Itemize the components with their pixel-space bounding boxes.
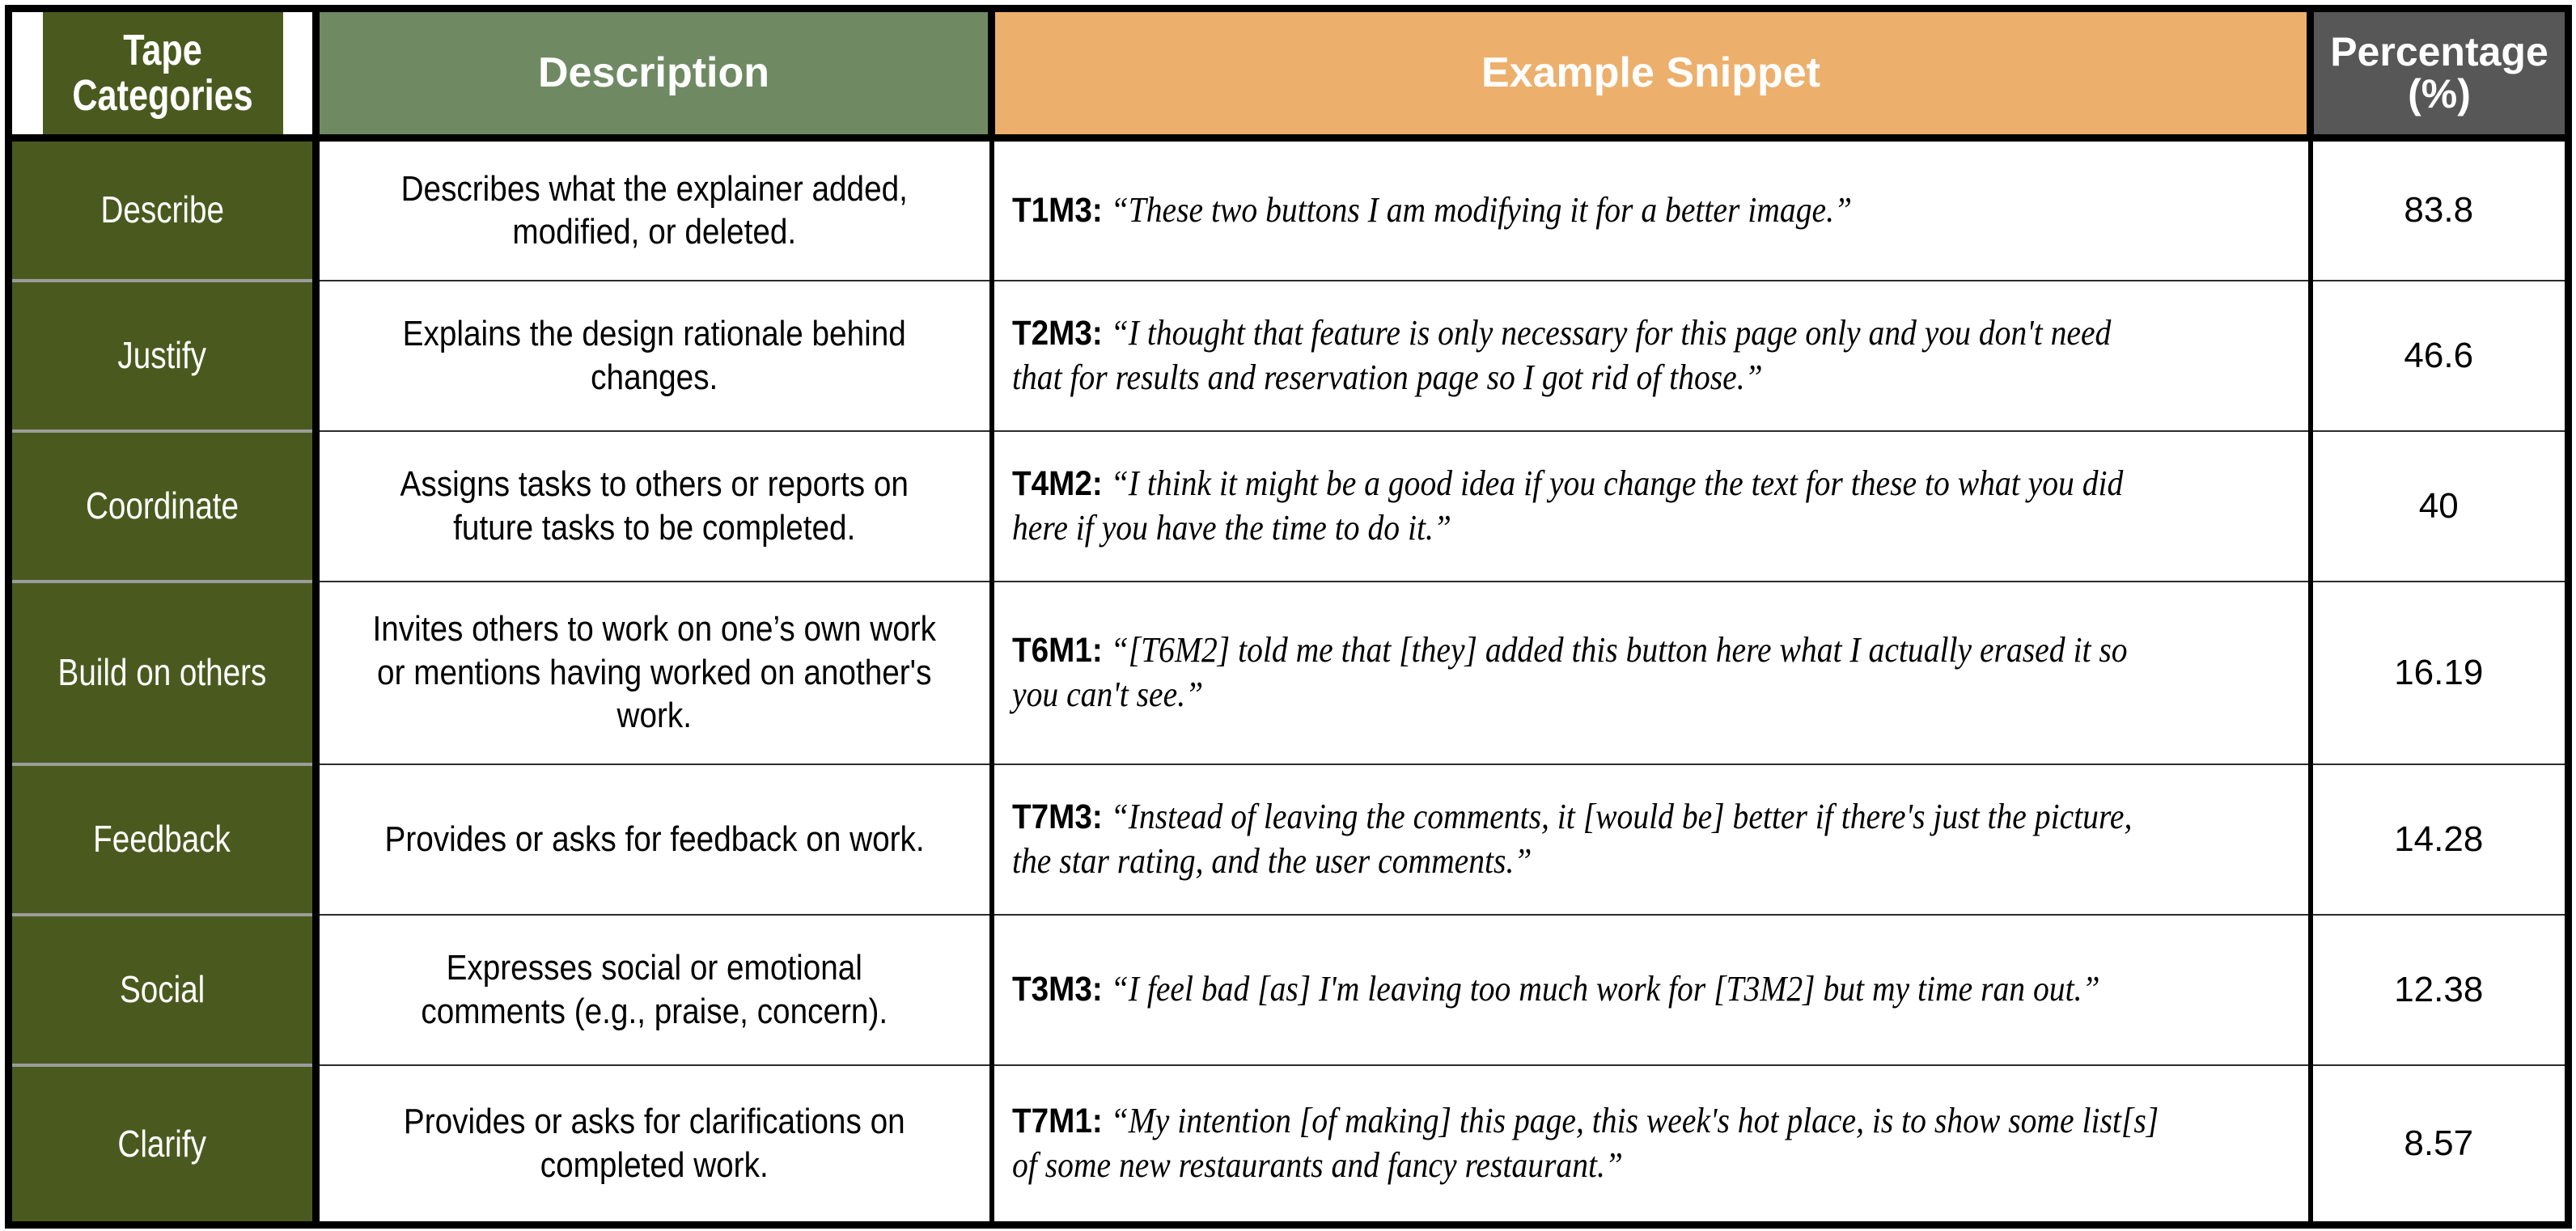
description-text: Explains the design rationale behind cha…: [402, 313, 906, 397]
cell-category: Describe: [8, 137, 320, 281]
table-row: Describe Describes what the explainer ad…: [8, 137, 2569, 281]
cell-example-snippet: T3M3: “I feel bad [as] I'm leaving too m…: [991, 913, 2313, 1065]
description-text: Describes what the explainer added, modi…: [400, 168, 908, 252]
description-text: Provides or asks for feedback on work.: [384, 819, 925, 859]
cell-example-snippet: T7M3: “Instead of leaving the comments, …: [991, 763, 2313, 915]
cell-example-snippet: T7M1: “My intention [of making] this pag…: [991, 1064, 2313, 1225]
cell-category: Build on others: [8, 579, 320, 764]
cell-category: Clarify: [8, 1063, 320, 1225]
speaker-id: T7M1:: [1011, 1102, 1103, 1141]
column-header-description: Description: [312, 8, 995, 142]
category-label: Social: [119, 968, 205, 1011]
cell-percentage: 46.6: [2310, 279, 2569, 431]
quote-text: “My intention [of making] this page, thi…: [1011, 1101, 2159, 1185]
table-row: Build on others Invites others to work o…: [8, 579, 2569, 764]
table-header: Tape Categories Description Example Snip…: [9, 8, 2569, 142]
cell-description: Expresses social or emotional comments (…: [316, 913, 994, 1065]
percentage-header-line-2: (%): [2408, 70, 2471, 116]
cell-percentage: 83.8: [2310, 137, 2569, 281]
description-text: Assigns tasks to others or reports on fu…: [400, 463, 909, 548]
description-text: Invites others to work on one’s own work…: [372, 608, 937, 736]
speaker-id: T2M3:: [1011, 313, 1103, 353]
category-label: Build on others: [57, 651, 267, 694]
table-row: Coordinate Assigns tasks to others or re…: [8, 429, 2569, 582]
cell-description: Describes what the explainer added, modi…: [316, 137, 994, 281]
snippet-wrapper: T4M2: “I think it might be a good idea i…: [1012, 462, 2166, 550]
cell-description: Provides or asks for feedback on work.: [316, 763, 994, 915]
snippet-wrapper: T6M1: “[T6M2] told me that [they] added …: [1012, 628, 2166, 717]
header-line-2: Categories: [71, 70, 253, 120]
cell-category: Social: [8, 912, 320, 1065]
cell-percentage: 16.19: [2310, 580, 2569, 764]
cell-example-snippet: T6M1: “[T6M2] told me that [they] added …: [991, 580, 2313, 764]
category-label: Clarify: [117, 1122, 207, 1165]
quote-text: “I feel bad [as] I'm leaving too much wo…: [1110, 969, 2100, 1009]
snippet-wrapper: T7M3: “Instead of leaving the comments, …: [1012, 795, 2166, 883]
table-row: Social Expresses social or emotional com…: [8, 912, 2569, 1065]
table-body: Describe Describes what the explainer ad…: [8, 137, 2569, 1225]
cell-description: Explains the design rationale behind cha…: [316, 279, 994, 431]
cell-percentage: 14.28: [2310, 763, 2569, 915]
table-row: Feedback Provides or asks for feedback o…: [8, 762, 2569, 915]
cell-category: Coordinate: [8, 429, 320, 582]
speaker-id: T7M3:: [1011, 797, 1103, 836]
table-row: Clarify Provides or asks for clarificati…: [8, 1063, 2569, 1225]
cell-description: Assigns tasks to others or reports on fu…: [316, 429, 994, 582]
cell-description: Provides or asks for clarifications on c…: [316, 1064, 994, 1225]
cell-category: Feedback: [8, 762, 320, 915]
quote-text: “These two buttons I am modifying it for…: [1110, 189, 1852, 230]
cell-description: Invites others to work on one’s own work…: [316, 580, 994, 764]
snippet-wrapper: T7M1: “My intention [of making] this pag…: [1012, 1099, 2166, 1187]
speaker-id: T1M3:: [1011, 190, 1103, 230]
tape-categories-table: Tape Categories Description Example Snip…: [5, 5, 2572, 1229]
category-label: Justify: [117, 334, 207, 377]
category-label: Describe: [100, 188, 224, 231]
snippet-wrapper: T1M3: “These two buttons I am modifying …: [1012, 188, 1852, 233]
description-text: Provides or asks for clarifications on c…: [403, 1102, 905, 1185]
quote-text: “Instead of leaving the comments, it [wo…: [1011, 796, 2132, 881]
cell-percentage: 8.57: [2310, 1064, 2569, 1225]
cell-example-snippet: T1M3: “These two buttons I am modifying …: [991, 137, 2313, 281]
quote-text: “[T6M2] told me that [they] added this b…: [1011, 629, 2128, 714]
speaker-id: T3M3:: [1011, 970, 1103, 1009]
table-row: Justify Explains the design rationale be…: [8, 278, 2569, 431]
header-row: Tape Categories Description Example Snip…: [9, 8, 2569, 142]
column-header-percentage: Percentage (%): [2310, 8, 2569, 142]
quote-text: “I thought that feature is only necessar…: [1011, 312, 2111, 397]
speaker-id: T6M1:: [1011, 630, 1103, 670]
column-header-example-snippet: Example Snippet: [991, 8, 2314, 142]
cell-category: Justify: [8, 278, 320, 431]
column-header-tape-categories: Tape Categories: [39, 8, 286, 142]
header-line-1: Tape: [122, 25, 202, 74]
cell-percentage: 12.38: [2310, 913, 2569, 1065]
cell-example-snippet: T2M3: “I thought that feature is only ne…: [991, 279, 2313, 431]
category-label: Feedback: [93, 818, 231, 861]
cell-percentage: 40: [2310, 429, 2569, 582]
percentage-header-line-1: Percentage: [2330, 29, 2548, 74]
category-label: Coordinate: [85, 484, 239, 527]
snippet-wrapper: T3M3: “I feel bad [as] I'm leaving too m…: [1012, 967, 2100, 1012]
description-text: Expresses social or emotional comments (…: [421, 947, 888, 1031]
quote-text: “I think it might be a good idea if you …: [1011, 463, 2123, 548]
snippet-wrapper: T2M3: “I thought that feature is only ne…: [1012, 311, 2166, 400]
speaker-id: T4M2:: [1011, 463, 1103, 503]
cell-example-snippet: T4M2: “I think it might be a good idea i…: [991, 429, 2313, 582]
tape-categories-table-container: Tape Categories Description Example Snip…: [0, 0, 2576, 1231]
